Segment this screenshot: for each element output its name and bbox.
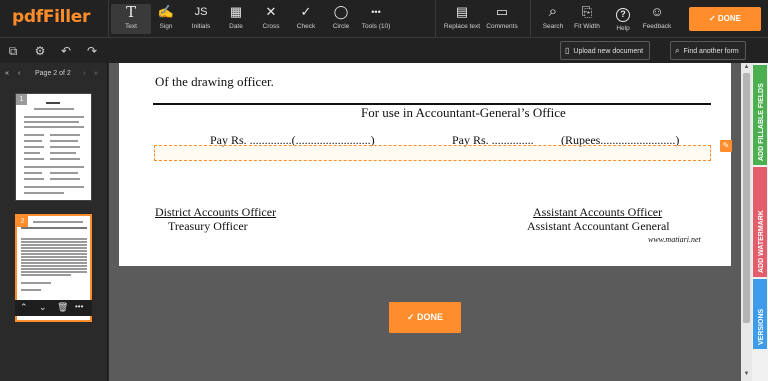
check-icon: ✓ <box>406 312 418 322</box>
replace-text-button[interactable]: ▤ Replace text <box>441 4 483 34</box>
more-tools-button[interactable]: ••• Tools (10) <box>355 4 397 34</box>
replace-text-icon: ▤ <box>455 4 469 19</box>
district-accounts-officer: District Accounts Officer <box>155 205 277 219</box>
search-icon: ⌕ <box>675 46 680 55</box>
fit-width-button[interactable]: ⎘ Fit Width <box>567 4 607 34</box>
scrollbar-thumb[interactable] <box>743 73 750 323</box>
page-navigator: « ‹ Page 2 of 2 › » <box>0 63 108 85</box>
find-another-form-button[interactable]: ⌕ Find another form <box>670 41 746 60</box>
undo-icon[interactable]: ↶ <box>57 42 75 60</box>
thumbnails-icon[interactable]: ⧉ <box>4 42 22 60</box>
check-icon: ✓ <box>708 14 718 23</box>
feedback-button[interactable]: ☺ Feedback <box>637 4 677 34</box>
check-tool-button[interactable]: ✓ Check <box>286 4 326 34</box>
text-icon: T <box>125 3 136 21</box>
initials-icon: JS <box>194 6 208 18</box>
sign-tool-button[interactable]: ✍ Sign <box>146 4 186 34</box>
add-watermark-tab[interactable]: ADD WATERMARK <box>753 167 767 277</box>
next-page-icon[interactable]: › <box>83 70 85 77</box>
date-tool-button[interactable]: ▦ Date <box>216 4 256 34</box>
treasury-officer: Treasury Officer <box>168 219 248 233</box>
document-icon: ▯ <box>565 46 570 55</box>
divider <box>435 0 436 38</box>
right-side-panel: ADD FILLABLE FIELDS ADD WATERMARK VERSIO… <box>752 63 768 381</box>
add-fillable-fields-tab[interactable]: ADD FILLABLE FIELDS <box>753 65 767 165</box>
page-thumbnails-sidebar: « ‹ Page 2 of 2 › » 1 2 ⌃ ⌄ 🗑 ••• <box>0 63 108 381</box>
vertical-scrollbar[interactable]: ▲ ▼ <box>741 63 752 381</box>
assistant-accountant-general: Assistant Accountant General <box>527 219 670 233</box>
fit-width-icon: ⎘ <box>581 4 593 19</box>
upload-new-document-button[interactable]: ▯ Upload new document <box>560 41 651 60</box>
assistant-accounts-officer: Assistant Accounts Officer <box>533 205 663 219</box>
comments-button[interactable]: ▭ Comments <box>483 4 521 34</box>
pdffiller-logo[interactable]: pdfFiller <box>12 7 90 27</box>
top-toolbar: pdfFiller T Text ✍ Sign JS Initials ▦ Da… <box>0 0 768 38</box>
edit-pencil-icon[interactable]: ✎ <box>720 140 732 152</box>
more-dots-icon: ••• <box>371 7 381 17</box>
page-thumbnail-1[interactable]: 1 <box>15 93 92 201</box>
done-button[interactable]: ✓ DONE <box>689 7 761 31</box>
versions-tab[interactable]: VERSIONS <box>753 279 767 349</box>
page-settings-icon[interactable]: ⚙ <box>31 42 49 60</box>
feedback-icon: ☺ <box>650 4 664 19</box>
prev-page-icon[interactable]: ‹ <box>18 70 20 77</box>
check-icon: ✓ <box>300 4 312 19</box>
secondary-toolbar: ⧉ ⚙ ↶ ↷ ▯ Upload new document ⌕ Find anoth… <box>0 38 768 63</box>
document-workspace: Of the drawing officer. For use in Accou… <box>109 63 741 381</box>
divider <box>530 0 531 38</box>
page-indicator: Page 2 of 2 <box>35 70 71 77</box>
scroll-up-icon[interactable]: ▲ <box>742 64 751 70</box>
move-up-icon[interactable]: ⌃ <box>20 302 28 313</box>
sign-icon: ✍ <box>157 4 175 19</box>
first-page-icon[interactable]: « <box>5 70 9 77</box>
comment-icon: ▭ <box>495 4 509 19</box>
website-watermark: www.matiari.net <box>648 235 701 244</box>
cross-icon: ✕ <box>265 4 277 19</box>
cross-tool-button[interactable]: ✕ Cross <box>251 4 291 34</box>
selected-text-field[interactable] <box>154 145 711 161</box>
more-dots-icon[interactable]: ••• <box>75 302 83 311</box>
calendar-icon: ▦ <box>229 4 243 19</box>
text-tool-button[interactable]: T Text <box>111 4 151 34</box>
help-icon: ? <box>616 8 630 22</box>
section-heading: For use in Accountant-General’s Office <box>361 105 566 120</box>
last-page-icon[interactable]: » <box>94 70 98 77</box>
move-down-icon[interactable]: ⌄ <box>39 302 47 313</box>
document-page: Of the drawing officer. For use in Accou… <box>119 63 732 266</box>
drawing-officer-text: Of the drawing officer. <box>155 74 274 89</box>
redo-icon[interactable]: ↷ <box>83 42 101 60</box>
divider <box>108 0 109 38</box>
trash-icon[interactable]: 🗑 <box>57 302 68 313</box>
done-button[interactable]: ✓ DONE <box>389 302 461 333</box>
thumbnail-actions: ⌃ ⌄ 🗑 ••• <box>15 300 92 316</box>
initials-tool-button[interactable]: JS Initials <box>181 4 221 34</box>
scroll-down-icon[interactable]: ▼ <box>742 371 751 377</box>
